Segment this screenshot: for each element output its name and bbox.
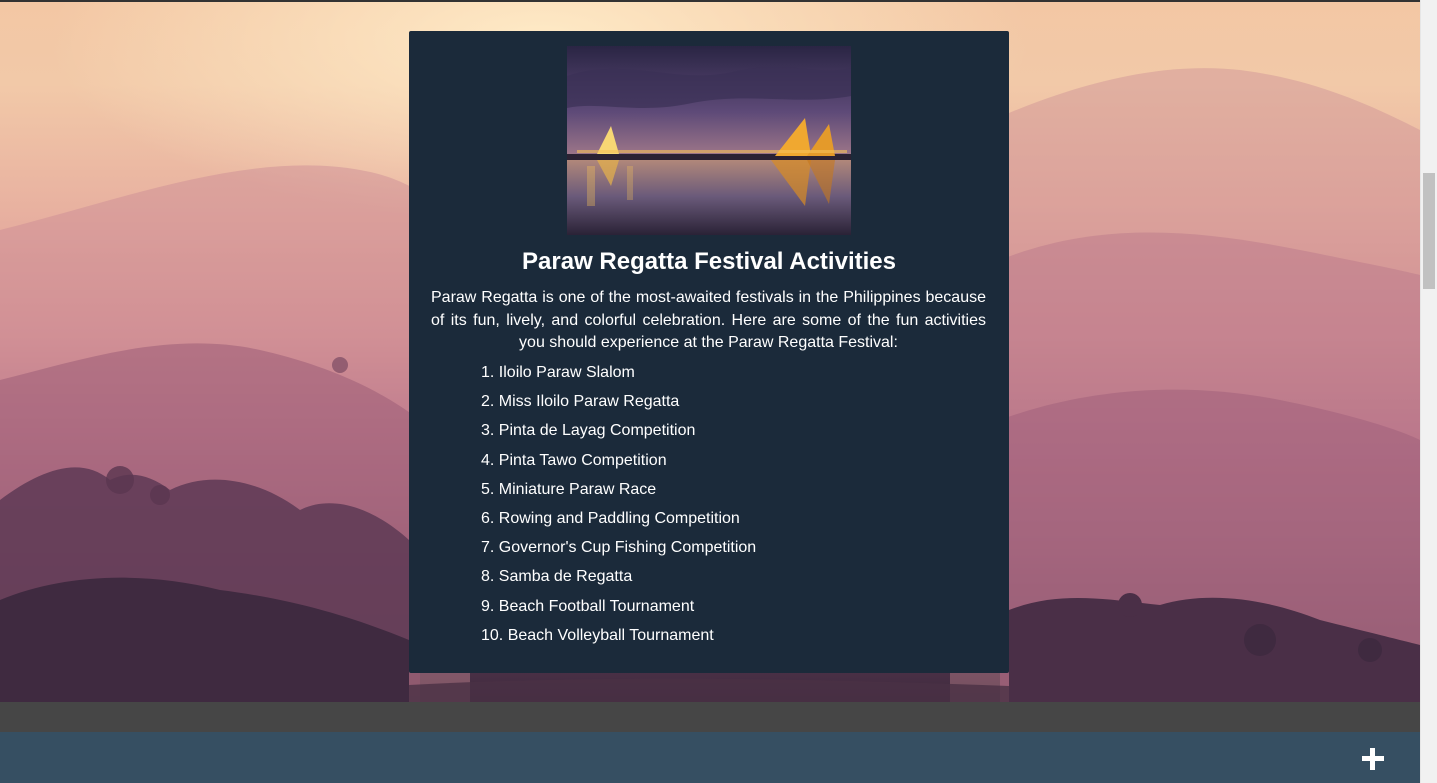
plus-icon[interactable]: [1360, 746, 1386, 772]
list-item: 10. Beach Volleyball Tournament: [481, 626, 714, 644]
footer-bar: [0, 732, 1420, 783]
list-item: 4. Pinta Tawo Competition: [481, 451, 667, 469]
regatta-photo: [567, 46, 851, 235]
list-item: 9. Beach Football Tournament: [481, 597, 695, 615]
sailboats-sunset-image: [567, 46, 851, 235]
list-item: 3. Pinta de Layag Competition: [481, 422, 696, 440]
list-item: 2. Miss Iloilo Paraw Regatta: [481, 393, 680, 411]
card-title: Paraw Regatta Festival Activities: [522, 248, 896, 275]
page-scrollbar[interactable]: [1420, 0, 1437, 783]
list-item: 8. Samba de Regatta: [481, 568, 633, 586]
list-item: 5. Miniature Paraw Race: [481, 480, 657, 498]
card-intro-paragraph: Paraw Regatta is one of the most-awaited…: [431, 289, 986, 351]
scrollbar-thumb[interactable]: [1423, 173, 1435, 289]
footer-divider-bar: [0, 702, 1420, 732]
list-item: 1. Iloilo Paraw Slalom: [481, 364, 635, 381]
activities-list: 1. Iloilo Paraw Slalom 2. Miss Iloilo Pa…: [481, 363, 756, 655]
list-item: 6. Rowing and Paddling Competition: [481, 509, 740, 527]
activities-card: Paraw Regatta Festival Activities Paraw …: [409, 31, 1009, 673]
list-item: 7. Governor's Cup Fishing Competition: [481, 539, 757, 557]
